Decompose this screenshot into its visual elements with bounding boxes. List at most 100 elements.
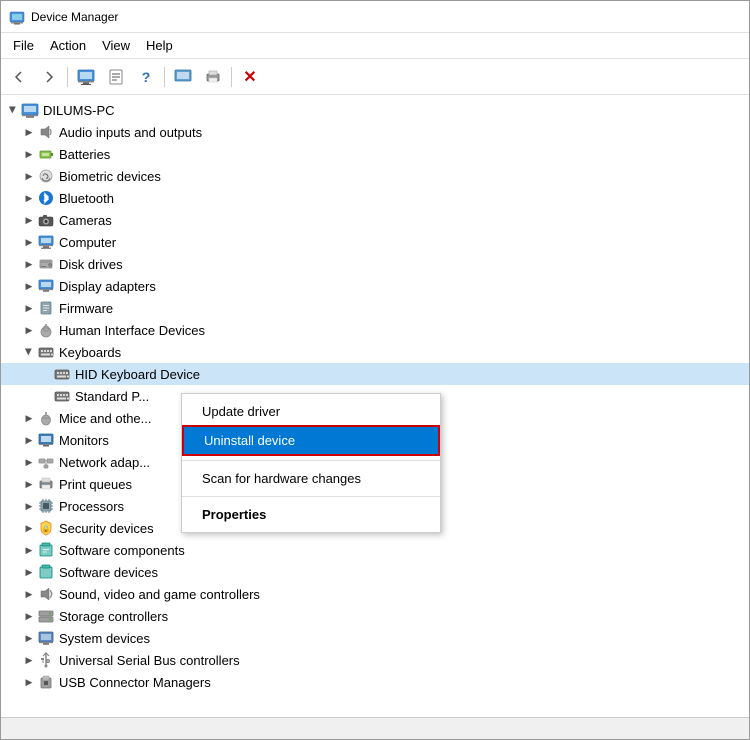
- printqueues-label: Print queues: [59, 477, 132, 492]
- system-chevron: ▶: [21, 630, 37, 646]
- menu-help[interactable]: Help: [138, 36, 181, 55]
- monitors-label: Monitors: [59, 433, 109, 448]
- remove-toolbar-button[interactable]: ✕: [236, 63, 264, 91]
- diskdrives-label: Disk drives: [59, 257, 123, 272]
- diskdrives-chevron: ▶: [21, 256, 37, 272]
- monitors-icon: [37, 431, 55, 449]
- display-label: Display adapters: [59, 279, 156, 294]
- menu-file[interactable]: File: [5, 36, 42, 55]
- usbconn-chevron: ▶: [21, 674, 37, 690]
- bluetooth-chevron: ▶: [21, 190, 37, 206]
- device-manager-window: Device Manager File Action View Help: [0, 0, 750, 740]
- forward-button[interactable]: [35, 63, 63, 91]
- firmware-icon: [37, 299, 55, 317]
- batteries-label: Batteries: [59, 147, 110, 162]
- toolbar: ? ✕: [1, 59, 749, 95]
- computer-chevron: ▶: [21, 234, 37, 250]
- cameras-icon: [37, 211, 55, 229]
- hid-keyboard-label: HID Keyboard Device: [75, 367, 200, 382]
- system-icon: [37, 629, 55, 647]
- security-label: Security devices: [59, 521, 154, 536]
- menu-view[interactable]: View: [94, 36, 138, 55]
- menu-action[interactable]: Action: [42, 36, 94, 55]
- softwarecomp-chevron: ▶: [21, 542, 37, 558]
- screen-toolbar-button[interactable]: [169, 63, 197, 91]
- tree-item-cameras[interactable]: ▶ Cameras: [1, 209, 749, 231]
- tree-item-keyboards[interactable]: ▶ Keyboards: [1, 341, 749, 363]
- tree-item-bluetooth[interactable]: ▶ Bluetooth: [1, 187, 749, 209]
- ctx-properties[interactable]: Properties: [182, 501, 440, 528]
- tree-item-firmware[interactable]: ▶ Firmware: [1, 297, 749, 319]
- computer-toolbar-button[interactable]: [72, 63, 100, 91]
- sound-chevron: ▶: [21, 586, 37, 602]
- monitors-chevron: ▶: [21, 432, 37, 448]
- back-button[interactable]: [5, 63, 33, 91]
- tree-item-usbconn[interactable]: ▶ USB Connector Managers: [1, 671, 749, 693]
- tree-item-softwaredev[interactable]: ▶ Software devices: [1, 561, 749, 583]
- usb-label: Universal Serial Bus controllers: [59, 653, 240, 668]
- window-title: Device Manager: [31, 10, 118, 24]
- system-label: System devices: [59, 631, 150, 646]
- tree-item-batteries[interactable]: ▶ Batteries: [1, 143, 749, 165]
- tree-item-sound[interactable]: ▶ Sound, video and game controllers: [1, 583, 749, 605]
- usb-chevron: ▶: [21, 652, 37, 668]
- menu-bar: File Action View Help: [1, 33, 749, 59]
- keyboards-label: Keyboards: [59, 345, 121, 360]
- biometric-label: Biometric devices: [59, 169, 161, 184]
- processors-chevron: ▶: [21, 498, 37, 514]
- standard-kb-chevron: ▶: [37, 388, 53, 404]
- processors-label: Processors: [59, 499, 124, 514]
- tree-item-display[interactable]: ▶ Display adapters: [1, 275, 749, 297]
- help-toolbar-button[interactable]: ?: [132, 63, 160, 91]
- firmware-label: Firmware: [59, 301, 113, 316]
- network-label: Network adap...: [59, 455, 150, 470]
- biometric-icon: [37, 167, 55, 185]
- ctx-scan-hardware[interactable]: Scan for hardware changes: [182, 465, 440, 492]
- context-menu: Update driver Uninstall device Scan for …: [181, 393, 441, 533]
- tree-item-computer[interactable]: ▶ Computer: [1, 231, 749, 253]
- ctx-update-driver[interactable]: Update driver: [182, 398, 440, 425]
- bluetooth-icon: [37, 189, 55, 207]
- usbconn-icon: [37, 673, 55, 691]
- display-icon: [37, 277, 55, 295]
- security-chevron: ▶: [21, 520, 37, 536]
- properties-toolbar-button[interactable]: [102, 63, 130, 91]
- softwarecomp-label: Software components: [59, 543, 185, 558]
- bluetooth-label: Bluetooth: [59, 191, 114, 206]
- storage-label: Storage controllers: [59, 609, 168, 624]
- mice-icon: [37, 409, 55, 427]
- tree-item-hid-keyboard[interactable]: ▶ HID Keyboard Device: [1, 363, 749, 385]
- tree-item-hid[interactable]: ▶ Human Interface Devices: [1, 319, 749, 341]
- tree-item-diskdrives[interactable]: ▶ Disk drives: [1, 253, 749, 275]
- audio-label: Audio inputs and outputs: [59, 125, 202, 140]
- audio-icon: [37, 123, 55, 141]
- root-chevron: ▶: [5, 102, 21, 118]
- hid-label: Human Interface Devices: [59, 323, 205, 338]
- audio-chevron: ▶: [21, 124, 37, 140]
- tree-item-biometric[interactable]: ▶ Biometric devices: [1, 165, 749, 187]
- tree-item-softwarecomp[interactable]: ▶ Software components: [1, 539, 749, 561]
- keyboards-chevron: ▶: [21, 344, 37, 360]
- tree-root[interactable]: ▶ DILUMS-PC: [1, 99, 749, 121]
- ctx-separator-1: [182, 460, 440, 461]
- mice-chevron: ▶: [21, 410, 37, 426]
- usbconn-label: USB Connector Managers: [59, 675, 211, 690]
- storage-chevron: ▶: [21, 608, 37, 624]
- tree-item-system[interactable]: ▶ System devices: [1, 627, 749, 649]
- hid-icon: [37, 321, 55, 339]
- computer-label: Computer: [59, 235, 116, 250]
- ctx-separator-2: [182, 496, 440, 497]
- hid-keyboard-chevron: ▶: [37, 366, 53, 382]
- network-icon: [37, 453, 55, 471]
- tree-item-usb[interactable]: ▶ Universal Serial Bus controllers: [1, 649, 749, 671]
- tree-item-storage[interactable]: ▶ Storage controllers: [1, 605, 749, 627]
- tree-item-audio[interactable]: ▶ Audio inputs and outputs: [1, 121, 749, 143]
- print-toolbar-button[interactable]: [199, 63, 227, 91]
- root-icon: [21, 101, 39, 119]
- softwaredev-chevron: ▶: [21, 564, 37, 580]
- softwaredev-icon: [37, 563, 55, 581]
- storage-icon: [37, 607, 55, 625]
- ctx-uninstall-device[interactable]: Uninstall device: [182, 425, 440, 456]
- security-icon: 🔒: [37, 519, 55, 537]
- firmware-chevron: ▶: [21, 300, 37, 316]
